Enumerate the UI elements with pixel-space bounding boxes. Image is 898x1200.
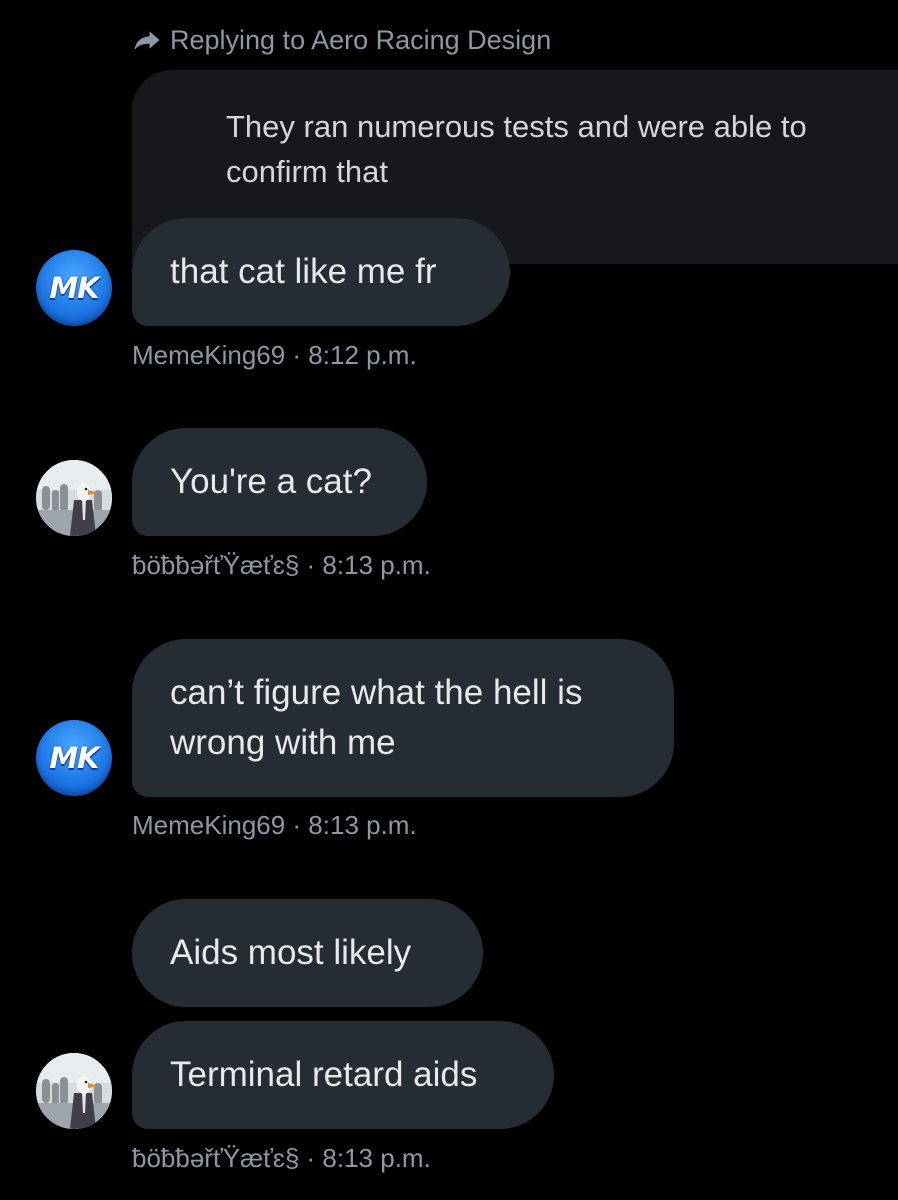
- message-text: that cat like me fr: [170, 252, 437, 291]
- message-bubble[interactable]: Terminal retard aids: [132, 1021, 554, 1129]
- message-text: Terminal retard aids: [170, 1055, 478, 1094]
- message-meta: MemeKing69 · 8:13 p.m.: [132, 810, 417, 840]
- suit-bird-avatar-icon: [36, 1053, 112, 1129]
- message-meta: ƀöƀƀəřťŸæťɛ§ · 8:13 p.m.: [132, 1143, 431, 1173]
- reply-context[interactable]: Replying to Aero Racing Design: [132, 24, 551, 56]
- message-bubble[interactable]: can’t figure what the hell is wrong with…: [132, 639, 674, 797]
- mk-logo-icon: MK: [49, 741, 99, 775]
- message-text: Aids most likely: [170, 933, 412, 972]
- suit-bird-avatar-icon: [36, 460, 112, 536]
- avatar[interactable]: [36, 460, 112, 536]
- mk-logo-icon: MK: [49, 271, 99, 305]
- avatar[interactable]: [36, 1053, 112, 1129]
- message-bubble[interactable]: that cat like me fr: [132, 218, 510, 326]
- reply-context-label: Replying to Aero Racing Design: [170, 24, 552, 55]
- message-bubble[interactable]: Aids most likely: [132, 899, 483, 1007]
- quoted-message-text: They ran numerous tests and were able to…: [226, 109, 807, 189]
- message-meta: MemeKing69 · 8:12 p.m.: [132, 340, 417, 370]
- message-text: You're a cat?: [170, 462, 372, 501]
- avatar[interactable]: MK: [36, 720, 112, 796]
- avatar[interactable]: MK: [36, 250, 112, 326]
- reply-arrow-icon: [134, 31, 160, 50]
- message-text: can’t figure what the hell is wrong with…: [170, 673, 583, 762]
- message-meta: ƀöƀƀəřťŸæťɛ§ · 8:13 p.m.: [132, 550, 431, 580]
- message-bubble[interactable]: You're a cat?: [132, 428, 427, 536]
